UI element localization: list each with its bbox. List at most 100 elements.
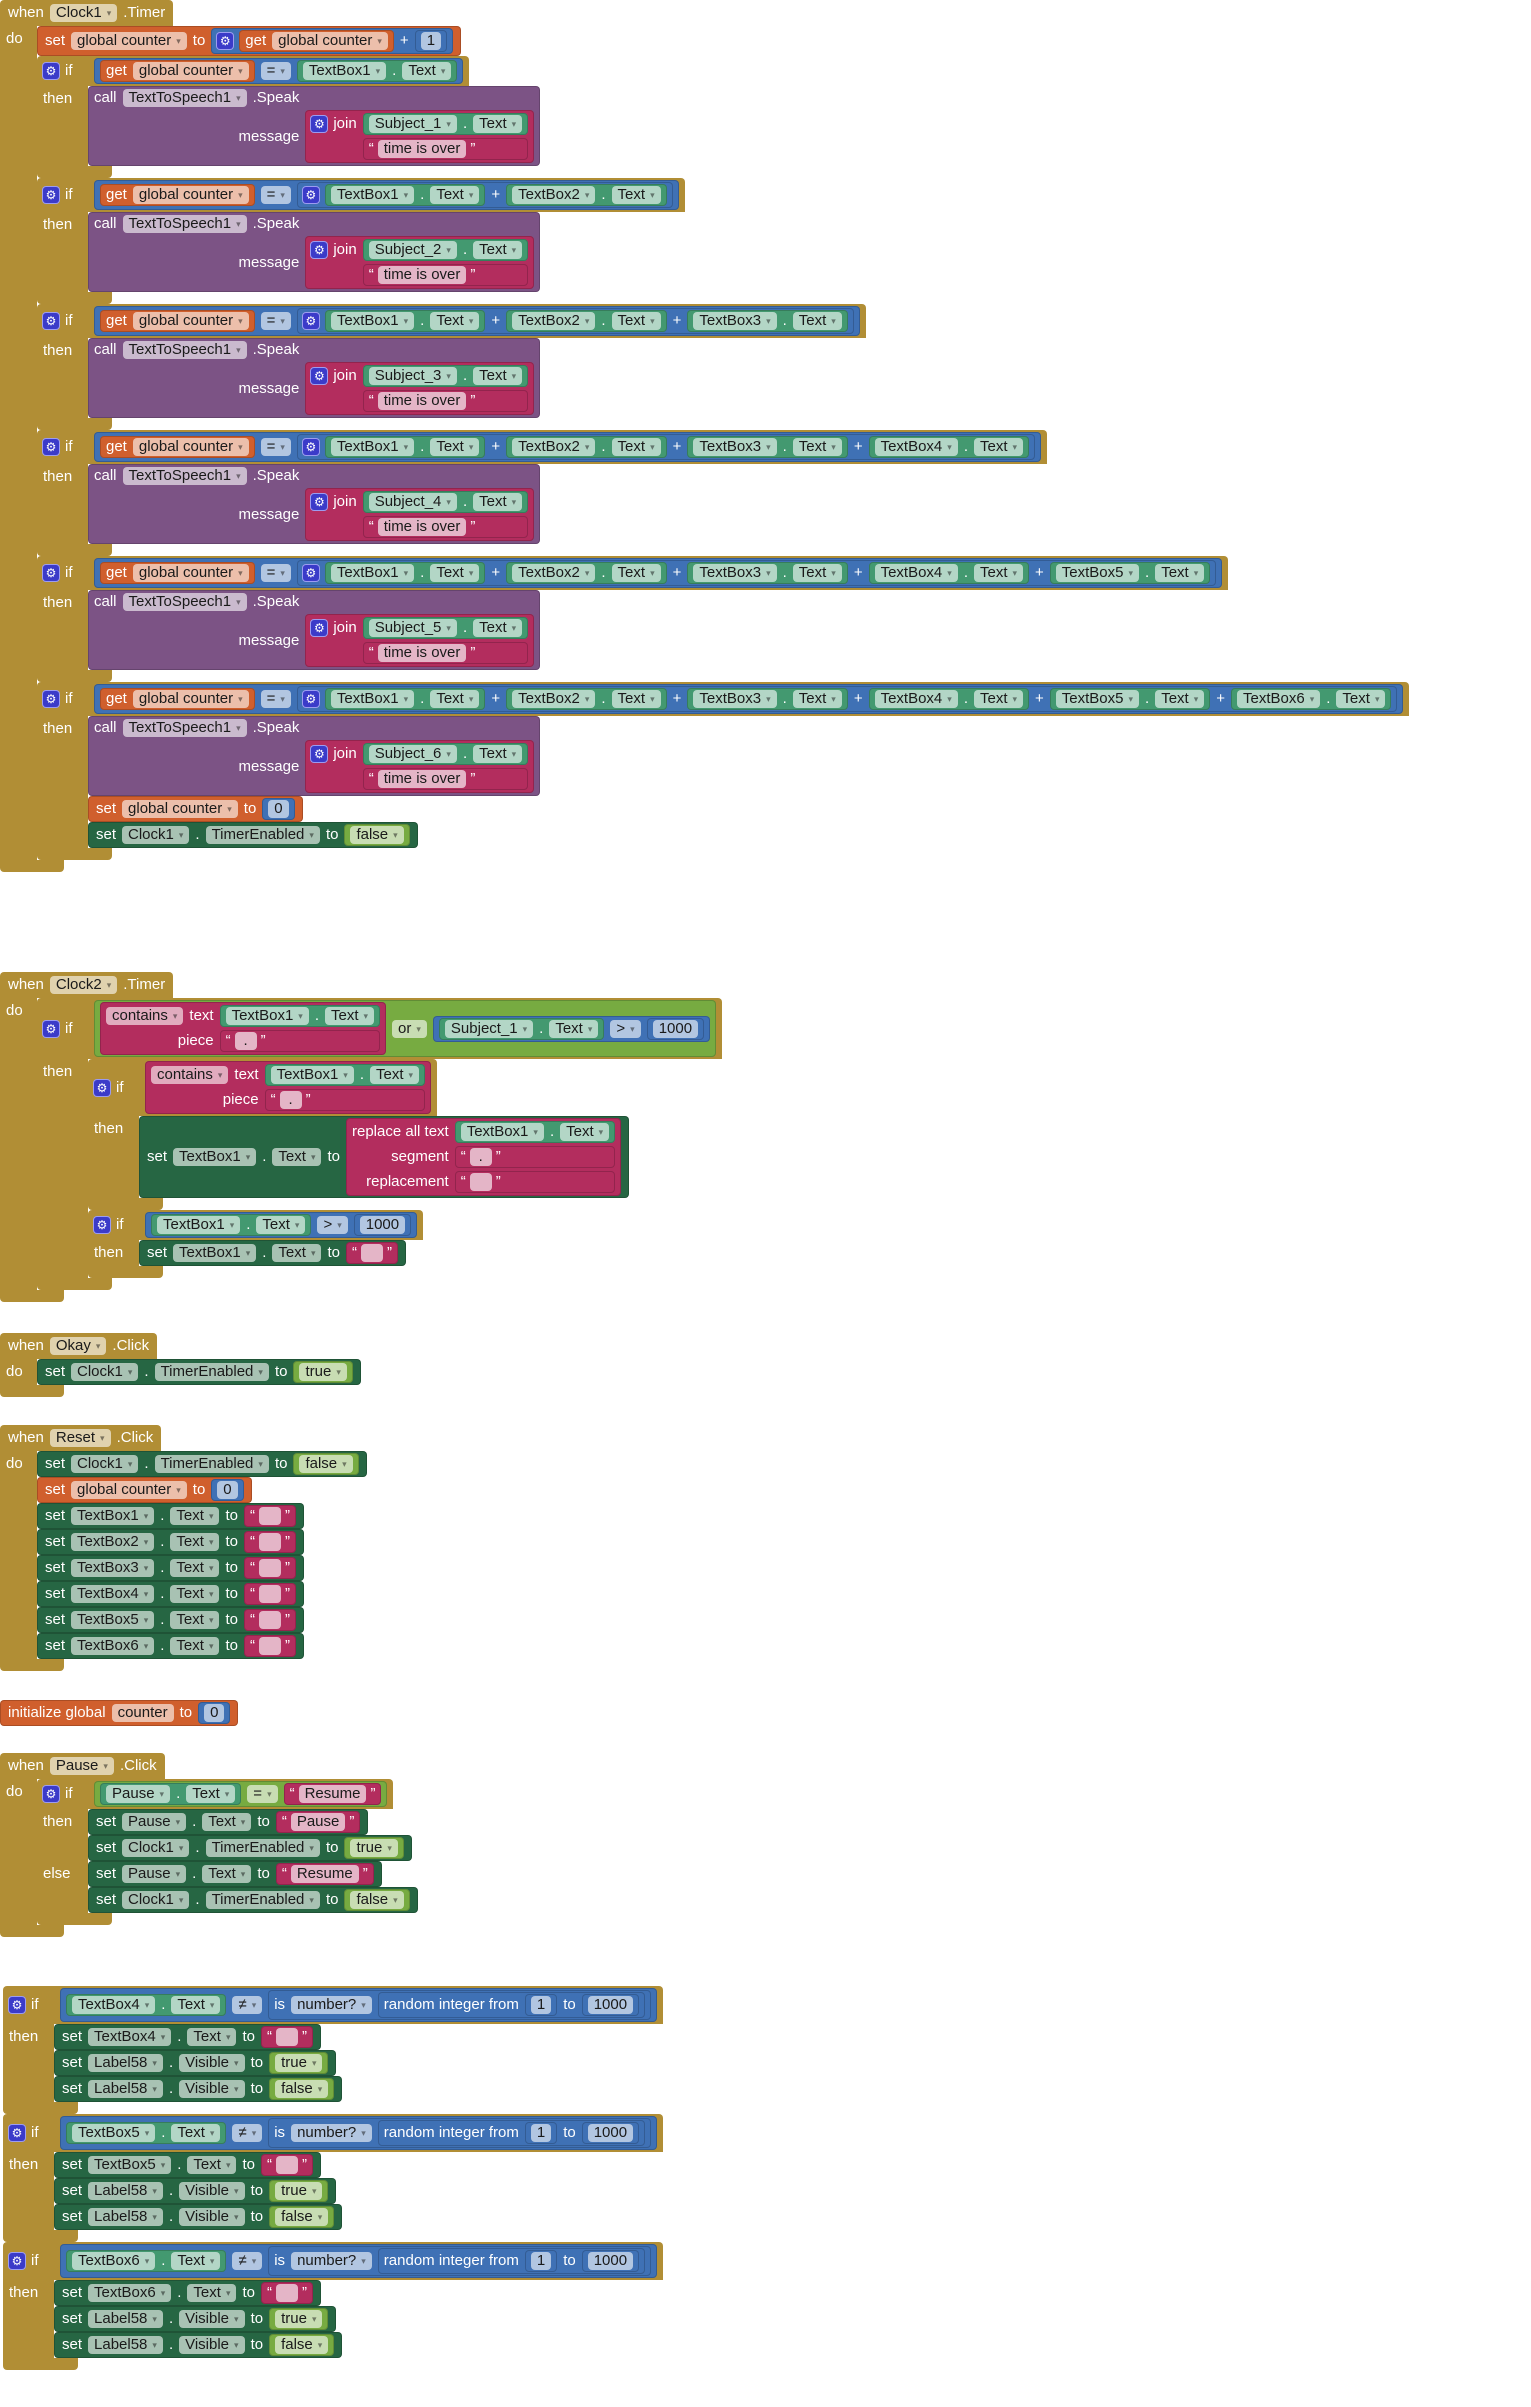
component-property-getter[interactable]: TextBox2 ▾. Text ▾ <box>506 436 667 458</box>
number-block[interactable]: 1 <box>414 30 448 52</box>
text-string-block[interactable]: “ time is over ” <box>362 516 529 538</box>
random-integer-block[interactable]: random integer from 1 to 1000 <box>377 1992 646 2018</box>
is-number-block[interactable]: is number? ▾ random integer from 1 to 1000 <box>268 1990 652 2020</box>
compare-block[interactable]: get global counter ▾ = ▾ ⚙ TextBox1 ▾. Text ▾ + Tex… <box>94 684 1404 714</box>
boolean-block[interactable]: false ▾ <box>293 1453 359 1475</box>
set-property-block[interactable]: set Clock1 ▾. TimerEnabled ▾ to true ▾ <box>37 1359 361 1385</box>
event-handler-block[interactable]: when Clock1 ▾ .Timer do set global counter ▾ to ⚙… <box>0 0 1410 872</box>
property-dropdown[interactable]: Text ▾ <box>171 2124 221 2142</box>
property-dropdown[interactable]: Text ▾ <box>272 1148 322 1166</box>
property-dropdown[interactable]: Text ▾ <box>170 1533 220 1551</box>
gear-icon[interactable]: ⚙ <box>311 116 328 132</box>
component-dropdown[interactable]: TextToSpeech1 ▾ <box>122 89 247 107</box>
property-dropdown[interactable]: Text ▾ <box>792 312 842 330</box>
is-number-dropdown[interactable]: number? ▾ <box>291 1996 372 2014</box>
if-block[interactable]: ⚙ if get global counter ▾ = ▾ ⚙ TextBox1 ▾. Text ▾ +… <box>37 304 866 430</box>
text-value-field[interactable] <box>275 2028 298 2046</box>
operator-dropdown[interactable]: ≠ ▾ <box>232 2124 263 2142</box>
component-dropdown[interactable]: Label58 ▾ <box>88 2182 163 2200</box>
component-property-getter[interactable]: Subject_3 ▾. Text ▾ <box>362 365 529 387</box>
component-dropdown[interactable]: Clock1 ▾ <box>71 1455 139 1473</box>
number-value-field[interactable]: 1000 <box>587 2124 634 2142</box>
text-string-block[interactable]: “” <box>260 2282 313 2304</box>
property-dropdown[interactable]: Text ▾ <box>1155 564 1205 582</box>
component-dropdown[interactable]: TextBox1 ▾ <box>460 1123 544 1141</box>
variable-dropdown[interactable]: global counter ▾ <box>71 1481 187 1499</box>
property-dropdown[interactable]: Text ▾ <box>256 1216 306 1234</box>
property-dropdown[interactable]: Text ▾ <box>402 62 452 80</box>
set-property-block[interactable]: set Clock1 ▾. TimerEnabled ▾ to false ▾ <box>88 822 418 848</box>
property-dropdown[interactable]: Text ▾ <box>473 367 523 385</box>
number-value-field[interactable]: 0 <box>204 1704 225 1722</box>
component-property-getter[interactable]: TextBox1 ▾. Text ▾ <box>296 60 458 82</box>
component-dropdown[interactable]: TextBox1 ▾ <box>157 1216 241 1234</box>
number-value-field[interactable]: 0 <box>268 800 289 818</box>
number-block[interactable]: 0 <box>262 798 295 820</box>
compare-block[interactable]: TextBox5 ▾. Text ▾ ≠ ▾ is number? ▾ random intege… <box>60 2116 658 2150</box>
text-value-field[interactable] <box>275 2284 298 2302</box>
number-block[interactable]: 1 <box>524 1994 558 2016</box>
gear-icon[interactable]: ⚙ <box>43 313 59 329</box>
operator-dropdown[interactable]: = ▾ <box>247 1785 278 1803</box>
property-dropdown[interactable]: Text ▾ <box>187 2028 237 2046</box>
gear-icon[interactable]: ⚙ <box>311 620 328 636</box>
component-dropdown[interactable]: TextBox4 ▾ <box>874 438 958 456</box>
set-property-block[interactable]: set TextBox1 ▾. Text ▾ to “” <box>37 1503 304 1529</box>
component-dropdown[interactable]: TextBox5 ▾ <box>1055 690 1140 708</box>
component-dropdown[interactable]: TextBox5 ▾ <box>72 2124 156 2142</box>
component-dropdown[interactable]: Clock1 ▾ <box>122 826 190 844</box>
text-value-field[interactable]: time is over <box>377 140 467 158</box>
set-property-block[interactable]: set TextBox2 ▾. Text ▾ to “” <box>37 1529 304 1555</box>
random-integer-block[interactable]: random integer from 1 to 1000 <box>377 2248 646 2274</box>
operator-dropdown[interactable]: > ▾ <box>317 1216 348 1234</box>
property-dropdown[interactable]: TimerEnabled ▾ <box>205 826 320 844</box>
property-dropdown[interactable]: Text ▾ <box>473 745 523 763</box>
compare-block[interactable]: Pause ▾. Text ▾ = ▾ “Resume” <box>94 1781 388 1807</box>
component-property-getter[interactable]: TextBox4 ▾. Text ▾ <box>868 688 1030 710</box>
join-block[interactable]: ⚙ join Subject_3 ▾. Text ▾ “ time is over ” <box>305 362 535 415</box>
component-dropdown[interactable]: Label58 ▾ <box>88 2054 163 2072</box>
text-value-field[interactable]: . <box>234 1032 257 1050</box>
is-number-dropdown[interactable]: number? ▾ <box>291 2124 372 2142</box>
component-dropdown[interactable]: Reset ▾ <box>49 1429 111 1447</box>
property-dropdown[interactable]: TimerEnabled ▾ <box>154 1455 269 1473</box>
component-property-getter[interactable]: TextBox1 ▾. Text ▾ <box>219 1005 381 1027</box>
compare-block[interactable]: get global counter ▾ = ▾ TextBox1 ▾. Text ▾ <box>94 58 464 84</box>
boolean-dropdown[interactable]: false ▾ <box>275 2080 329 2098</box>
component-property-getter[interactable]: Subject_1 ▾. Text ▾ <box>438 1017 605 1040</box>
property-dropdown[interactable]: Text ▾ <box>430 690 480 708</box>
component-property-getter[interactable]: TextBox2 ▾. Text ▾ <box>506 310 667 332</box>
component-dropdown[interactable]: TextBox6 ▾ <box>1237 690 1321 708</box>
property-dropdown[interactable]: Visible ▾ <box>179 2182 245 2200</box>
set-property-block[interactable]: set Pause ▾. Text ▾ to “ Resume ” <box>88 1861 382 1887</box>
property-dropdown[interactable]: Text ▾ <box>202 1865 252 1883</box>
property-dropdown[interactable]: Text ▾ <box>202 1813 252 1831</box>
compare-block[interactable]: TextBox1 ▾. Text ▾ > ▾ 1000 <box>145 1212 418 1238</box>
if-block[interactable]: ⚙ if get global counter ▾ = ▾ ⚙ TextBox1 ▾. Text ▾ +… <box>37 178 685 304</box>
property-dropdown[interactable]: Text ▾ <box>473 241 523 259</box>
set-property-block[interactable]: set Label58 ▾. Visible ▾ to false ▾ <box>54 2204 343 2230</box>
component-property-getter[interactable]: TextBox1 ▾. Text ▾ <box>454 1121 616 1143</box>
text-string-block[interactable]: “” <box>243 1635 296 1657</box>
component-property-getter[interactable]: TextBox2 ▾. Text ▾ <box>506 688 667 710</box>
component-dropdown[interactable]: Okay ▾ <box>49 1337 107 1355</box>
set-property-block[interactable]: set TextBox5 ▾. Text ▾ to “” <box>54 2152 321 2178</box>
contains-mode-dropdown[interactable]: contains ▾ <box>106 1007 184 1025</box>
number-value-field[interactable]: 1000 <box>587 2252 634 2270</box>
boolean-block[interactable]: false ▾ <box>269 2206 335 2228</box>
boolean-dropdown[interactable]: true ▾ <box>275 2054 323 2072</box>
text-value-field[interactable] <box>258 1585 281 1603</box>
component-dropdown[interactable]: TextBox6 ▾ <box>88 2284 172 2302</box>
text-value-field[interactable]: . <box>279 1091 302 1109</box>
component-dropdown[interactable]: TextBox1 ▾ <box>173 1148 257 1166</box>
component-dropdown[interactable]: TextBox3 ▾ <box>71 1559 155 1577</box>
set-property-block[interactable]: set Label58 ▾. Visible ▾ to true ▾ <box>54 2178 337 2204</box>
text-string-block[interactable]: “. ” <box>454 1146 616 1168</box>
property-dropdown[interactable]: Text ▾ <box>611 312 661 330</box>
component-dropdown[interactable]: Pause ▾ <box>122 1865 187 1883</box>
text-string-block[interactable]: “” <box>260 2154 313 2176</box>
component-property-getter[interactable]: TextBox3 ▾. Text ▾ <box>687 688 848 710</box>
call-method-block[interactable]: call TextToSpeech1 ▾ .Speak message ⚙ join Subj… <box>88 716 541 796</box>
number-block[interactable]: 1 <box>524 2250 558 2272</box>
component-dropdown[interactable]: TextToSpeech1 ▾ <box>122 593 247 611</box>
